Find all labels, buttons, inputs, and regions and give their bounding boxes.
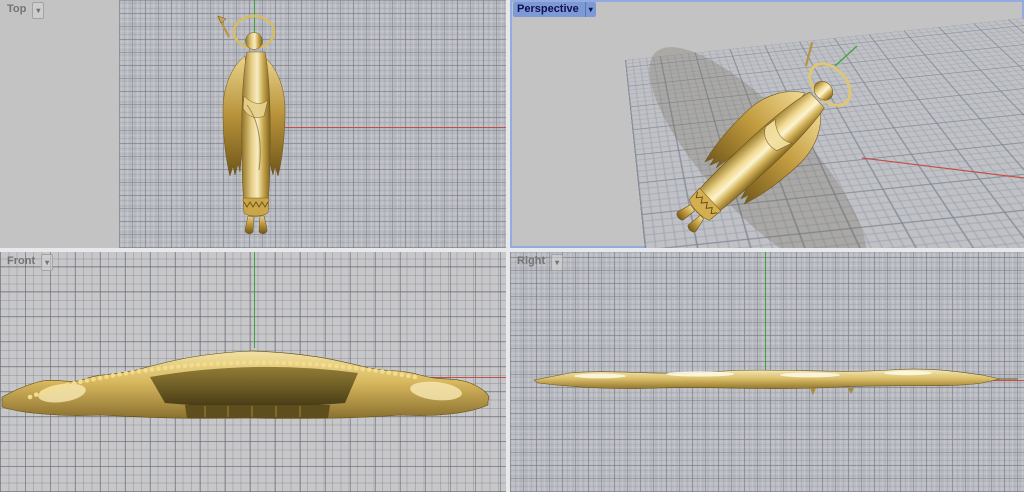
- viewport-title[interactable]: Front: [3, 254, 39, 271]
- viewport-title[interactable]: Right: [513, 254, 549, 271]
- relief-dome-shadow: [150, 367, 358, 407]
- viewport-title-bar-perspective[interactable]: Perspective ▾: [513, 2, 596, 17]
- base-blocks: [185, 405, 330, 418]
- viewport-top[interactable]: Top ▾: [0, 0, 506, 248]
- model-angel-top-view[interactable]: [199, 10, 309, 240]
- head: [246, 33, 263, 50]
- model-angel-right-view[interactable]: [510, 362, 1024, 398]
- foot-left: [245, 216, 254, 234]
- viewport-grid: Top ▾: [0, 0, 1024, 492]
- x-axis-red: [862, 158, 1024, 178]
- foot-right: [259, 216, 267, 234]
- viewport-right[interactable]: Right ▾: [510, 252, 1024, 492]
- relief-profile: [534, 369, 1000, 389]
- viewport-title-bar-right[interactable]: Right ▾: [513, 254, 563, 271]
- viewport-title[interactable]: Perspective: [513, 2, 583, 17]
- robe-body: [242, 52, 271, 216]
- y-axis-green: [835, 46, 857, 66]
- viewport-perspective[interactable]: Perspective ▾: [510, 0, 1024, 248]
- hanging-details: [810, 388, 854, 395]
- construction-plane-grid: [119, 0, 506, 248]
- y-axis-green: [254, 252, 255, 348]
- viewport-title-bar-top[interactable]: Top ▾: [3, 2, 44, 19]
- model-angel-front-view[interactable]: [0, 345, 506, 425]
- viewport-title[interactable]: Top: [3, 2, 30, 19]
- viewport-menu-arrow-icon[interactable]: ▾: [551, 254, 563, 271]
- model-angel-perspective-view[interactable]: [510, 0, 1024, 248]
- viewport-menu-arrow-icon[interactable]: ▾: [585, 2, 596, 17]
- viewport-title-bar-front[interactable]: Front ▾: [3, 254, 53, 271]
- viewport-menu-arrow-icon[interactable]: ▾: [41, 254, 53, 271]
- viewport-menu-arrow-icon[interactable]: ▾: [32, 2, 44, 19]
- y-axis-green: [765, 252, 766, 371]
- trumpet: [797, 42, 821, 66]
- viewport-front[interactable]: Front ▾: [0, 252, 506, 492]
